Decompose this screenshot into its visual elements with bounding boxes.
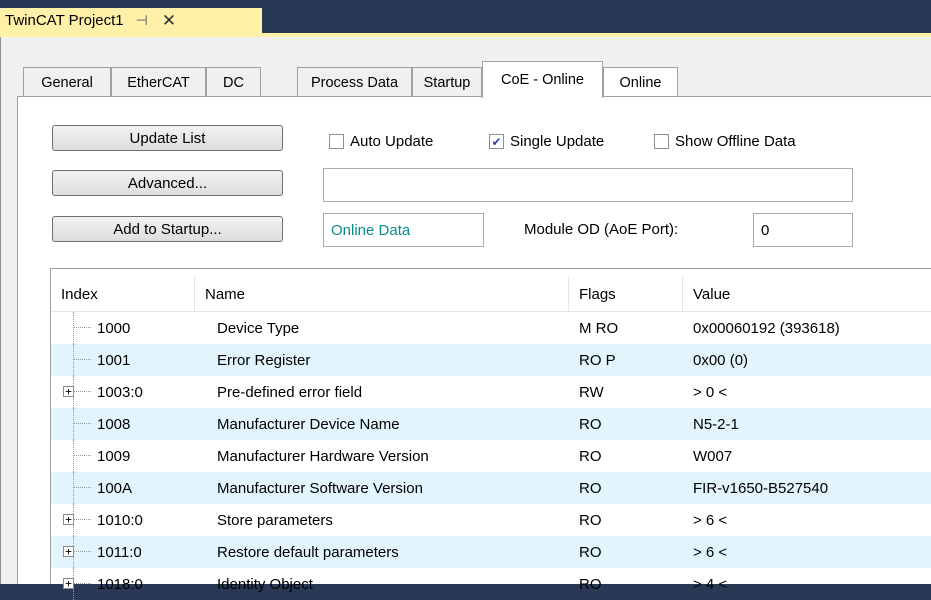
tab-startup[interactable]: Startup <box>412 67 482 97</box>
header-flags[interactable]: Flags <box>569 276 683 312</box>
cell-flags: RO <box>579 543 602 561</box>
table-row[interactable]: +1011:0 Restore default parameters RO > 6 < <box>51 536 931 568</box>
cell-value: 0x00 (0) <box>693 351 749 369</box>
module-od-field[interactable]: 0 <box>753 213 853 247</box>
cell-value: FIR-v1650-B527540 <box>693 479 829 497</box>
cell-name: Manufacturer Software Version <box>217 479 423 497</box>
auto-update-checkbox[interactable]: Auto Update <box>329 133 433 150</box>
tree-connector <box>73 472 74 504</box>
cell-index: 1000 <box>97 319 131 337</box>
cell-value: 0x00060192 (393618) <box>693 319 840 337</box>
cell-flags: RW <box>579 383 604 401</box>
cell-index: 1018:0 <box>97 575 143 593</box>
table-row[interactable]: +1018:0 Identity Object RO > 4 < <box>51 568 931 600</box>
table-row[interactable]: 1008 Manufacturer Device Name RO N5-2-1 <box>51 408 931 440</box>
show-offline-data-label: Show Offline Data <box>675 133 796 150</box>
header-name[interactable]: Name <box>195 276 569 312</box>
tab-dc[interactable]: DC <box>206 67 261 97</box>
cell-flags: RO <box>579 479 602 497</box>
cell-name: Identity Object <box>217 575 313 593</box>
cell-index: 1011:0 <box>97 543 142 561</box>
expand-icon[interactable]: + <box>63 386 74 397</box>
cell-value: W007 <box>693 447 733 465</box>
cell-value: N5-2-1 <box>693 415 739 433</box>
cell-index: 1008 <box>97 415 131 433</box>
list-header: Index Name Flags Value <box>51 276 931 312</box>
cell-name: Manufacturer Device Name <box>217 415 400 433</box>
cell-flags: RO P <box>579 351 616 369</box>
show-offline-data-checkbox[interactable]: Show Offline Data <box>654 133 796 150</box>
tree-connector <box>73 359 91 360</box>
update-list-button[interactable]: Update List <box>52 125 283 151</box>
cell-index: 1009 <box>97 447 131 465</box>
cell-flags: RO <box>579 511 602 529</box>
tree-connector <box>73 344 74 376</box>
tab-ethercat[interactable]: EtherCAT <box>111 67 206 97</box>
pin-icon[interactable]: ⊣ <box>136 12 148 29</box>
table-row[interactable]: +1010:0 Store parameters RO > 6 < <box>51 504 931 536</box>
table-row[interactable]: 100A Manufacturer Software Version RO FIR-v… <box>51 472 931 504</box>
auto-update-label: Auto Update <box>350 133 434 150</box>
single-update-label: Single Update <box>510 133 605 150</box>
online-data-field: Online Data <box>323 213 484 247</box>
tree-connector <box>73 327 91 328</box>
tree-connector <box>73 391 91 392</box>
table-row[interactable]: +1003:0 Pre-defined error field RW > 0 < <box>51 376 931 408</box>
document-tab-strip: TwinCAT Project1 ⊣ ✕ <box>0 0 931 33</box>
tree-connector <box>73 487 91 488</box>
tab-coe-online[interactable]: CoE - Online <box>482 61 603 98</box>
tree-connector <box>73 519 91 520</box>
expand-icon[interactable]: + <box>63 546 74 557</box>
cell-name: Pre-defined error field <box>217 383 363 401</box>
cell-name: Error Register <box>217 351 311 369</box>
expand-icon[interactable]: + <box>63 514 74 525</box>
tab-process-data[interactable]: Process Data <box>297 67 412 97</box>
advanced-button[interactable]: Advanced... <box>52 170 283 196</box>
tree-connector <box>73 455 91 456</box>
cell-name: Manufacturer Hardware Version <box>217 447 429 465</box>
table-row[interactable]: 1000 Device Type M RO 0x00060192 (393618) <box>51 312 931 344</box>
close-icon[interactable]: ✕ <box>162 11 176 31</box>
filter-field[interactable] <box>323 168 853 202</box>
tab-general[interactable]: General <box>23 67 111 97</box>
show-offline-data-box[interactable] <box>654 134 669 149</box>
tree-connector <box>73 423 91 424</box>
document-tab[interactable]: TwinCAT Project1 ⊣ ✕ <box>0 8 262 33</box>
cell-value: > 0 < <box>693 383 728 401</box>
document-tab-title: TwinCAT Project1 <box>5 12 124 29</box>
cell-value: > 6 < <box>693 543 728 561</box>
cell-index: 1010:0 <box>97 511 143 529</box>
cell-value: > 4 < <box>693 575 728 593</box>
table-row[interactable]: 1009 Manufacturer Hardware Version RO W007 <box>51 440 931 472</box>
cell-flags: RO <box>579 447 602 465</box>
tree-connector <box>73 440 74 472</box>
cell-flags: M RO <box>579 319 619 337</box>
header-value[interactable]: Value <box>683 276 931 312</box>
header-index[interactable]: Index <box>51 276 195 312</box>
cell-index: 1001 <box>97 351 131 369</box>
cell-name: Restore default parameters <box>217 543 399 561</box>
single-update-box[interactable]: ✔ <box>489 134 504 149</box>
module-od-label: Module OD (AoE Port): <box>524 221 679 238</box>
cell-value: > 6 < <box>693 511 728 529</box>
auto-update-box[interactable] <box>329 134 344 149</box>
cell-index: 1003:0 <box>97 383 143 401</box>
add-to-startup-button[interactable]: Add to Startup... <box>52 216 283 242</box>
cell-name: Store parameters <box>217 511 333 529</box>
cell-name: Device Type <box>217 319 300 337</box>
tree-connector <box>73 312 74 344</box>
single-update-checkbox[interactable]: ✔ Single Update <box>489 133 604 150</box>
cell-flags: RO <box>579 575 602 593</box>
cell-flags: RO <box>579 415 602 433</box>
cell-index: 100A <box>97 479 133 497</box>
tree-connector <box>73 408 74 440</box>
table-row[interactable]: 1001 Error Register RO P 0x00 (0) <box>51 344 931 376</box>
tree-connector <box>73 551 91 552</box>
tab-online[interactable]: Online <box>603 67 678 97</box>
